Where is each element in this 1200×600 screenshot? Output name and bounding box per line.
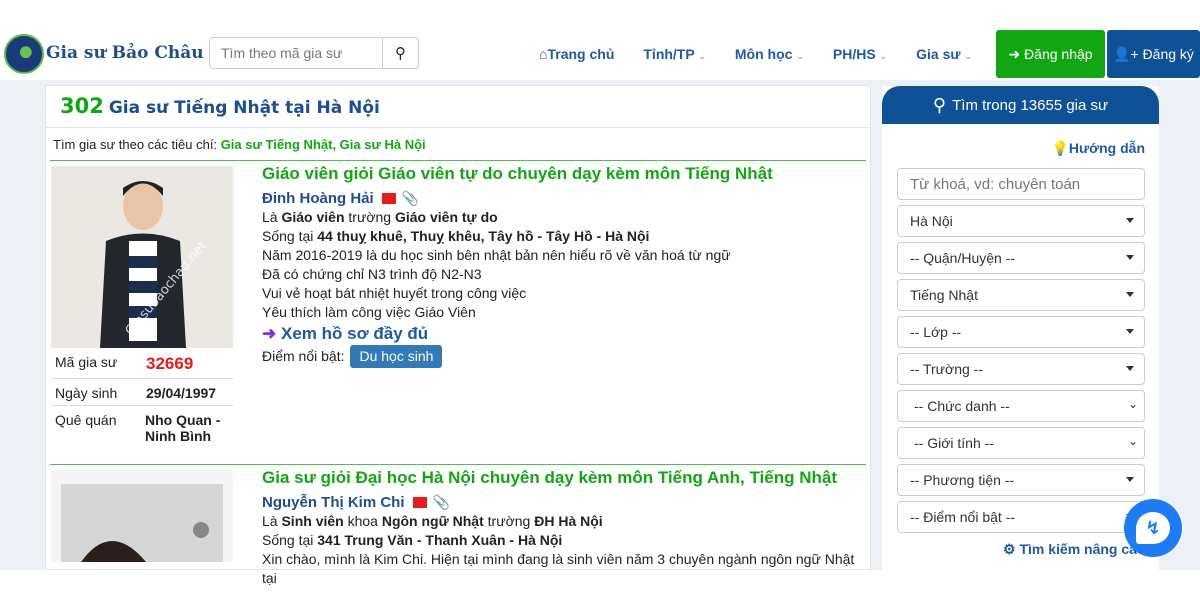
subject-select[interactable]: Tiếng Nhật <box>897 279 1145 311</box>
paperclip-icon: 📎 <box>432 494 450 510</box>
register-button[interactable]: 👤+ Đăng ký <box>1107 30 1200 78</box>
tutor-details: Mã gia sư 32669 Ngày sinh 29/04/1997 Quê q… <box>51 348 233 448</box>
caret-down-icon <box>1126 366 1134 371</box>
chevron-down-icon: ⌄ <box>698 51 706 61</box>
tutor-photo[interactable] <box>51 470 233 562</box>
highlight-select[interactable]: -- Điểm nổi bật -- <box>897 501 1145 533</box>
search-button[interactable]: ⚲ <box>382 38 418 68</box>
tutor-info: Gia sư giỏi Đại học Hà Nội chuyên dạy kè… <box>262 468 866 588</box>
divider <box>46 127 870 128</box>
divider <box>50 160 866 161</box>
district-select[interactable]: -- Quận/Huyện -- <box>897 242 1145 274</box>
login-button[interactable]: ➜ Đăng nhập <box>996 30 1105 78</box>
messenger-button[interactable]: ↯ <box>1124 499 1182 557</box>
tutor-info: Giáo viên giỏi Giáo viên tự do chuyên dạ… <box>262 164 773 368</box>
caret-down-icon <box>1126 255 1134 260</box>
results-panel: 302 Gia sư Tiếng Nhật tại Hà Nội Tìm gia … <box>45 85 871 586</box>
guide-link[interactable]: 💡Hướng dẫn <box>1051 140 1145 157</box>
nav-tutors[interactable]: Gia sư ⌄ <box>916 46 972 62</box>
description-line: Đã có chứng chỉ N3 trình độ N2-N3 <box>262 266 482 282</box>
chevron-down-icon: ⌄ <box>879 51 888 61</box>
tutor-code-input[interactable] <box>210 38 382 68</box>
advanced-search-link[interactable]: ⚙ Tìm kiếm nâng cao <box>1003 541 1146 558</box>
search-icon: ⚲ <box>932 94 947 115</box>
tutor-headline[interactable]: Giáo viên giỏi Giáo viên tự do chuyên dạ… <box>262 164 773 183</box>
divider <box>50 464 866 465</box>
search-sidebar: ⚲Tìm trong 13655 gia sư 💡Hướng dẫn Hà Nộ… <box>882 86 1159 570</box>
header: Gia sư Bảo Châu ⚲ ⌂Trang chủ Tỉnh/TP ⌄ M… <box>0 28 1200 80</box>
logo[interactable] <box>4 34 44 74</box>
description-line: Năm 2016-2019 là du học sinh bên nhật bả… <box>262 247 731 263</box>
tutor-code-search: ⚲ <box>209 37 419 69</box>
nav-subject[interactable]: Môn học ⌄ <box>735 46 804 62</box>
caret-down-icon <box>1126 292 1134 297</box>
detail-row: Ngày sinh 29/04/1997 <box>51 379 233 406</box>
description-line: Yêu thích làm công việc Giáo Viên <box>262 304 476 320</box>
page-title: 302 Gia sư Tiếng Nhật tại Hà Nội <box>60 94 380 118</box>
criteria-links[interactable]: Gia sư Tiếng Nhật, Gia sư Hà Nội <box>221 137 426 152</box>
search-icon: ⚲ <box>395 44 406 62</box>
tutor-name[interactable]: Nguyễn Thị Kim Chi <box>262 494 405 511</box>
person-photo <box>61 484 223 562</box>
detail-row: Mã gia sư 32669 <box>51 348 233 379</box>
description-line: Vui vẻ hoạt bát nhiệt huyết trong công v… <box>262 285 527 301</box>
messenger-icon: ↯ <box>1136 512 1170 544</box>
grade-select[interactable]: -- Lớp -- <box>897 316 1145 348</box>
nav-province[interactable]: Tỉnh/TP ⌄ <box>643 46 706 62</box>
arrow-right-icon: ➜ <box>262 324 277 343</box>
sign-in-icon: ➜ <box>1008 45 1025 62</box>
keyword-input[interactable] <box>897 168 1145 200</box>
chevron-down-icon: ⌄ <box>1127 434 1138 448</box>
province-select[interactable]: Hà Nội <box>897 205 1145 237</box>
criteria: Tìm gia sư theo các tiêu chí: Gia sư Tiế… <box>53 137 426 152</box>
highlight-badge[interactable]: Du học sinh <box>350 345 443 368</box>
detail-row: Quê quán Nho Quan - Ninh Bình <box>55 412 221 444</box>
tutor-photo[interactable]: Giasubaochau.net <box>51 166 233 348</box>
paperclip-icon: 📎 <box>401 190 420 206</box>
person-photo: Giasubaochau.net <box>100 181 210 348</box>
transport-select[interactable]: -- Phương tiện -- <box>897 464 1145 496</box>
tutor-name[interactable]: Đinh Hoàng Hải <box>262 190 374 207</box>
school-select[interactable]: -- Trường -- <box>897 353 1145 385</box>
user-plus-icon: 👤+ <box>1113 45 1143 62</box>
title-select[interactable]: -- Chức danh -- ⌄ <box>897 390 1145 422</box>
video-icon <box>381 193 396 204</box>
tutor-headline[interactable]: Gia sư giỏi Đại học Hà Nội chuyên dạy kè… <box>262 468 866 487</box>
gender-select[interactable]: -- Giới tính -- ⌄ <box>897 427 1145 459</box>
brand-name[interactable]: Gia sư Bảo Châu <box>46 43 204 63</box>
nav-home[interactable]: ⌂Trang chủ <box>539 46 614 62</box>
chevron-down-icon: ⌄ <box>1127 397 1138 411</box>
lightbulb-icon: 💡 <box>1051 140 1069 156</box>
nav-parents[interactable]: PH/HS ⌄ <box>833 46 887 62</box>
description-line: Xin chào, mình là Kim Chi. Hiện tại mình… <box>262 551 855 586</box>
caret-down-icon <box>1126 477 1134 482</box>
caret-down-icon <box>1126 329 1134 334</box>
video-icon <box>412 497 427 508</box>
main-nav: ⌂Trang chủ Tỉnh/TP ⌄ Môn học ⌄ PH/HS ⌄ G… <box>539 28 1001 80</box>
gear-icon: ⚙ <box>1003 541 1016 557</box>
chevron-down-icon: ⌄ <box>964 51 972 61</box>
caret-down-icon <box>1126 218 1134 223</box>
sidebar-header: ⚲ Tìm trong 13655 gia sư <box>882 86 1159 124</box>
view-profile-link[interactable]: ➜ Xem hồ sơ đầy đủ <box>262 324 773 343</box>
chevron-down-icon: ⌄ <box>796 51 804 61</box>
